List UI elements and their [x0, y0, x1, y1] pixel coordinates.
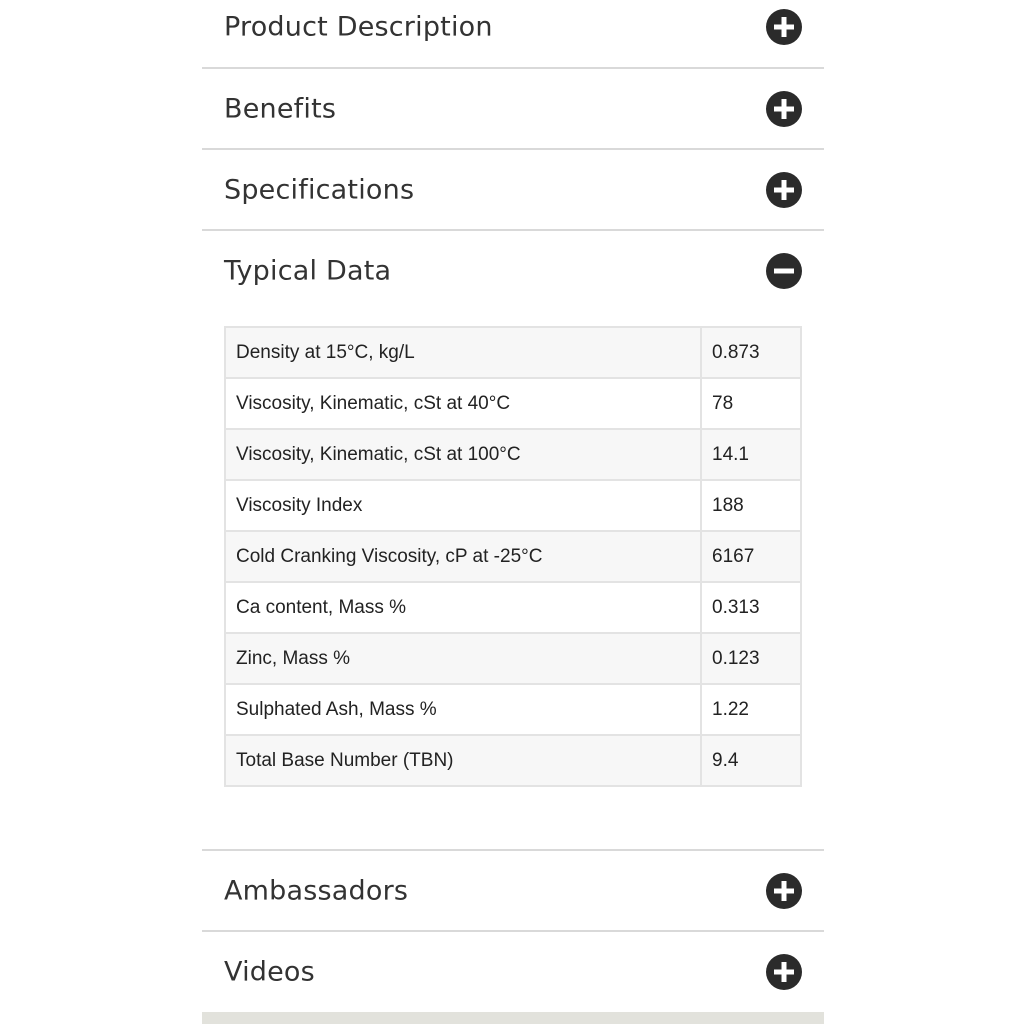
section-title: Product Description — [224, 11, 493, 43]
plus-circle-icon[interactable] — [766, 172, 802, 208]
property-cell: Ca content, Mass % — [224, 581, 702, 634]
property-cell: Cold Cranking Viscosity, cP at -25°C — [224, 530, 702, 583]
value-cell: 78 — [700, 377, 802, 430]
property-cell: Sulphated Ash, Mass % — [224, 683, 702, 736]
section-product-description[interactable]: Product Description — [202, 0, 824, 67]
section-ambassadors[interactable]: Ambassadors — [202, 851, 824, 931]
property-cell: Viscosity, Kinematic, cSt at 100°C — [224, 428, 702, 481]
table-row: Total Base Number (TBN) 9.4 — [224, 734, 802, 787]
value-cell: 6167 — [700, 530, 802, 583]
plus-circle-icon[interactable] — [766, 954, 802, 990]
value-cell: 0.123 — [700, 632, 802, 685]
property-cell: Total Base Number (TBN) — [224, 734, 702, 787]
table-row: Ca content, Mass % 0.313 — [224, 581, 802, 634]
section-videos[interactable]: Videos — [202, 932, 824, 1012]
section-specifications[interactable]: Specifications — [202, 150, 824, 230]
value-cell: 14.1 — [700, 428, 802, 481]
value-cell: 1.22 — [700, 683, 802, 736]
section-title: Videos — [224, 956, 315, 988]
plus-circle-icon[interactable] — [766, 9, 802, 45]
table-row: Viscosity, Kinematic, cSt at 100°C 14.1 — [224, 428, 802, 481]
table-row: Viscosity Index 188 — [224, 479, 802, 532]
section-title: Typical Data — [224, 255, 392, 287]
plus-circle-icon[interactable] — [766, 873, 802, 909]
section-title: Specifications — [224, 174, 415, 206]
property-cell: Zinc, Mass % — [224, 632, 702, 685]
section-title: Benefits — [224, 93, 337, 125]
section-title: Ambassadors — [224, 875, 409, 907]
property-cell: Viscosity, Kinematic, cSt at 40°C — [224, 377, 702, 430]
table-row: Density at 15°C, kg/L 0.873 — [224, 326, 802, 379]
value-cell: 0.873 — [700, 326, 802, 379]
table-row: Viscosity, Kinematic, cSt at 40°C 78 — [224, 377, 802, 430]
footer-bar — [202, 1012, 824, 1024]
accordion: Product Description Benefits Specificati… — [202, 0, 824, 1024]
property-cell: Density at 15°C, kg/L — [224, 326, 702, 379]
table-row: Cold Cranking Viscosity, cP at -25°C 616… — [224, 530, 802, 583]
typical-data-table: Density at 15°C, kg/L 0.873 Viscosity, K… — [224, 326, 802, 787]
plus-circle-icon[interactable] — [766, 91, 802, 127]
table-row: Zinc, Mass % 0.123 — [224, 632, 802, 685]
value-cell: 188 — [700, 479, 802, 532]
value-cell: 9.4 — [700, 734, 802, 787]
section-typical-data[interactable]: Typical Data — [202, 231, 824, 311]
value-cell: 0.313 — [700, 581, 802, 634]
property-cell: Viscosity Index — [224, 479, 702, 532]
table-row: Sulphated Ash, Mass % 1.22 — [224, 683, 802, 736]
section-benefits[interactable]: Benefits — [202, 69, 824, 149]
minus-circle-icon[interactable] — [766, 253, 802, 289]
